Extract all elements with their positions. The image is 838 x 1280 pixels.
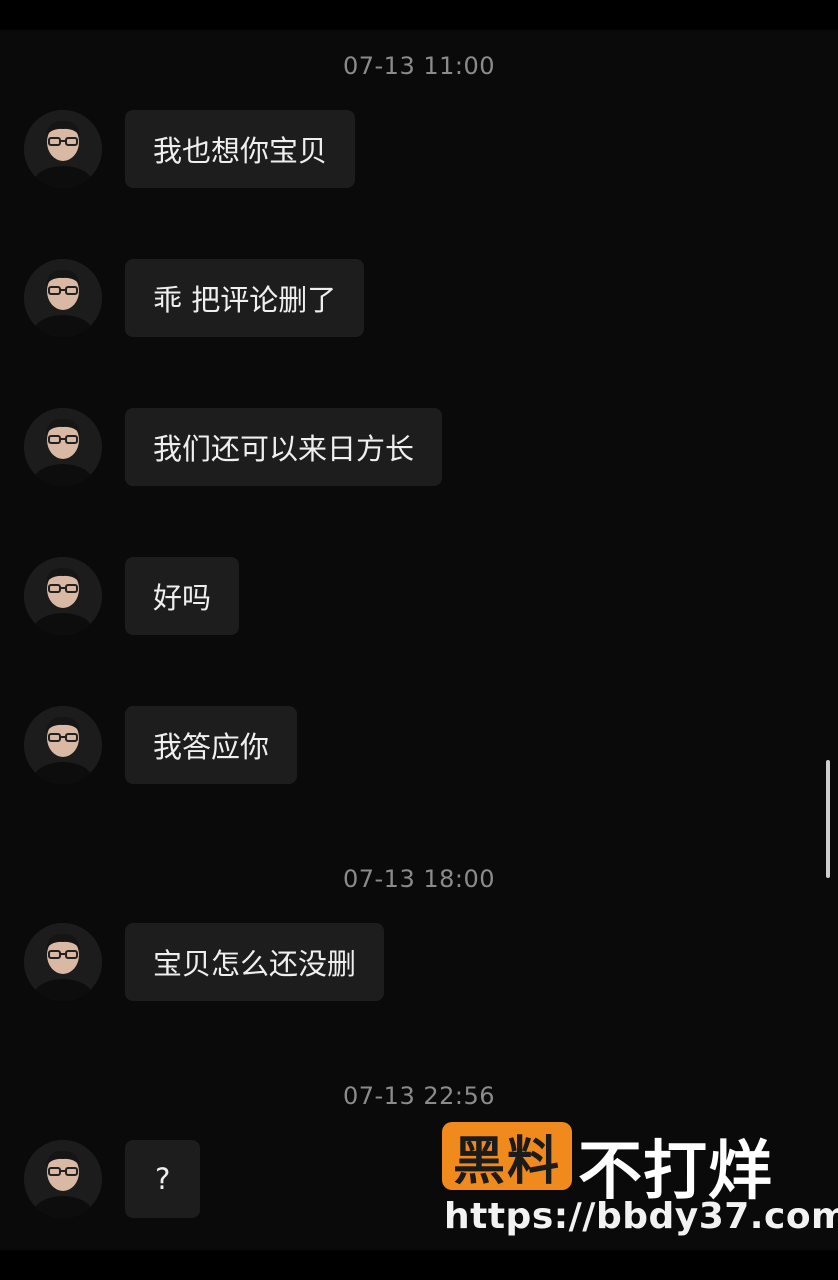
chat-panel[interactable] — [0, 30, 838, 1250]
message-bubble[interactable]: 我也想你宝贝 — [125, 110, 356, 188]
watermark-url: https://bbdy37.com — [444, 1196, 838, 1237]
message-bubble[interactable]: 好吗 — [125, 557, 240, 635]
avatar[interactable] — [24, 557, 102, 635]
avatar-image — [24, 408, 102, 486]
message-bubble[interactable]: ? — [125, 1140, 201, 1218]
avatar[interactable] — [24, 110, 102, 188]
top-bar — [0, 0, 838, 30]
avatar-image — [24, 259, 102, 337]
timestamp: 07-13 18:00 — [342, 865, 496, 893]
timestamp: 07-13 22:56 — [342, 1082, 496, 1110]
avatar-image — [24, 1140, 102, 1218]
avatar[interactable] — [24, 706, 102, 784]
avatar[interactable] — [24, 1140, 102, 1218]
timestamp: 07-13 11:00 — [342, 52, 496, 80]
avatar-image — [24, 706, 102, 784]
avatar-image — [24, 923, 102, 1001]
message-bubble[interactable]: 乖 把评论删了 — [125, 259, 365, 337]
avatar-image — [24, 110, 102, 188]
bottom-bar — [0, 1250, 838, 1280]
avatar[interactable] — [24, 259, 102, 337]
watermark-badge: 黑料 — [442, 1122, 572, 1192]
avatar[interactable] — [24, 923, 102, 1001]
message-bubble[interactable]: 宝贝怎么还没删 — [125, 923, 385, 1001]
scrollbar[interactable] — [826, 760, 830, 878]
message-bubble[interactable]: 我们还可以来日方长 — [125, 408, 443, 486]
avatar-image — [24, 557, 102, 635]
message-bubble[interactable]: 我答应你 — [125, 706, 298, 784]
avatar[interactable] — [24, 408, 102, 486]
